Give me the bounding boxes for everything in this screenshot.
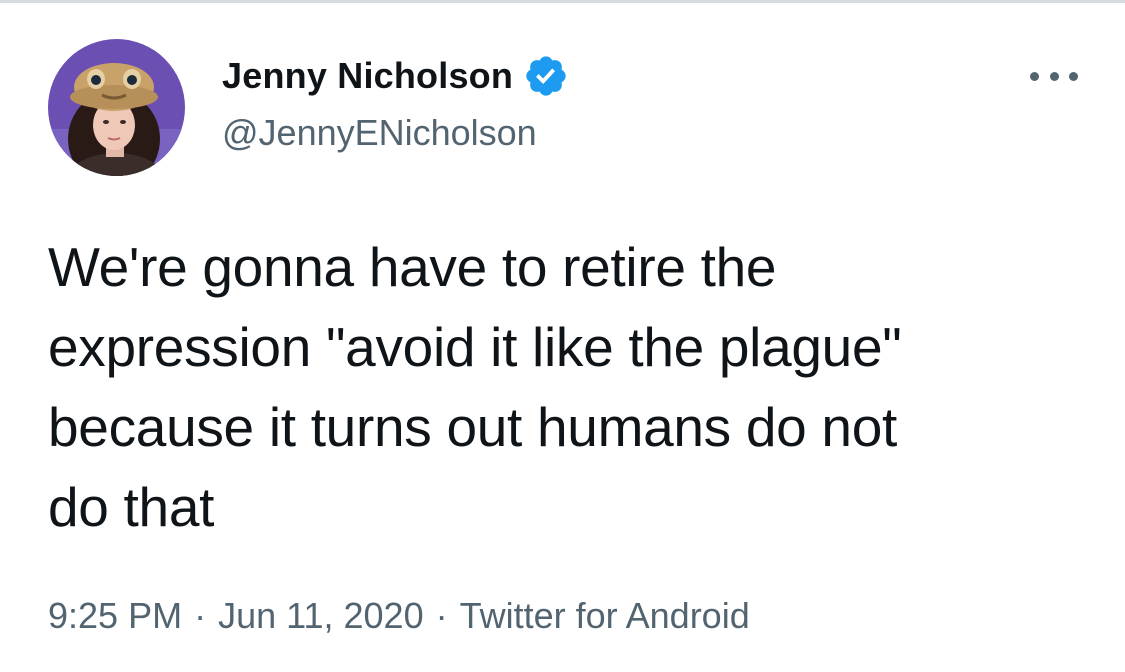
more-dot [1069,71,1078,81]
display-name[interactable]: Jenny Nicholson [222,55,513,97]
tweet-text-line: because it turns out humans do not [48,396,897,458]
tweet-date[interactable]: Jun 11, 2020 [218,595,424,636]
tweet-text-line: We're gonna have to retire the [48,236,777,298]
author-handle[interactable]: @JennyENicholson [222,112,537,154]
verified-badge-icon [523,53,569,99]
author-row: Jenny Nicholson [222,53,569,99]
tweet-metadata: 9:25 PM · Jun 11, 2020 · Twitter for Android [48,595,750,637]
tweet-text: We're gonna have to retire the expressio… [48,227,1088,547]
more-options-icon[interactable] [1030,61,1078,91]
tweet-card: Jenny Nicholson @JennyENicholson We're g… [0,0,1125,672]
more-dot [1049,71,1059,81]
avatar[interactable] [48,39,185,176]
separator-dot: · [435,595,448,636]
avatar-image [48,39,185,176]
tweet-text-line: do that [48,476,215,538]
separator-dot: · [194,595,207,636]
tweet-source[interactable]: Twitter for Android [460,595,750,636]
tweet-time[interactable]: 9:25 PM [48,595,182,636]
more-dot [1030,71,1039,81]
tweet-text-line: expression "avoid it like the plague" [48,316,902,378]
